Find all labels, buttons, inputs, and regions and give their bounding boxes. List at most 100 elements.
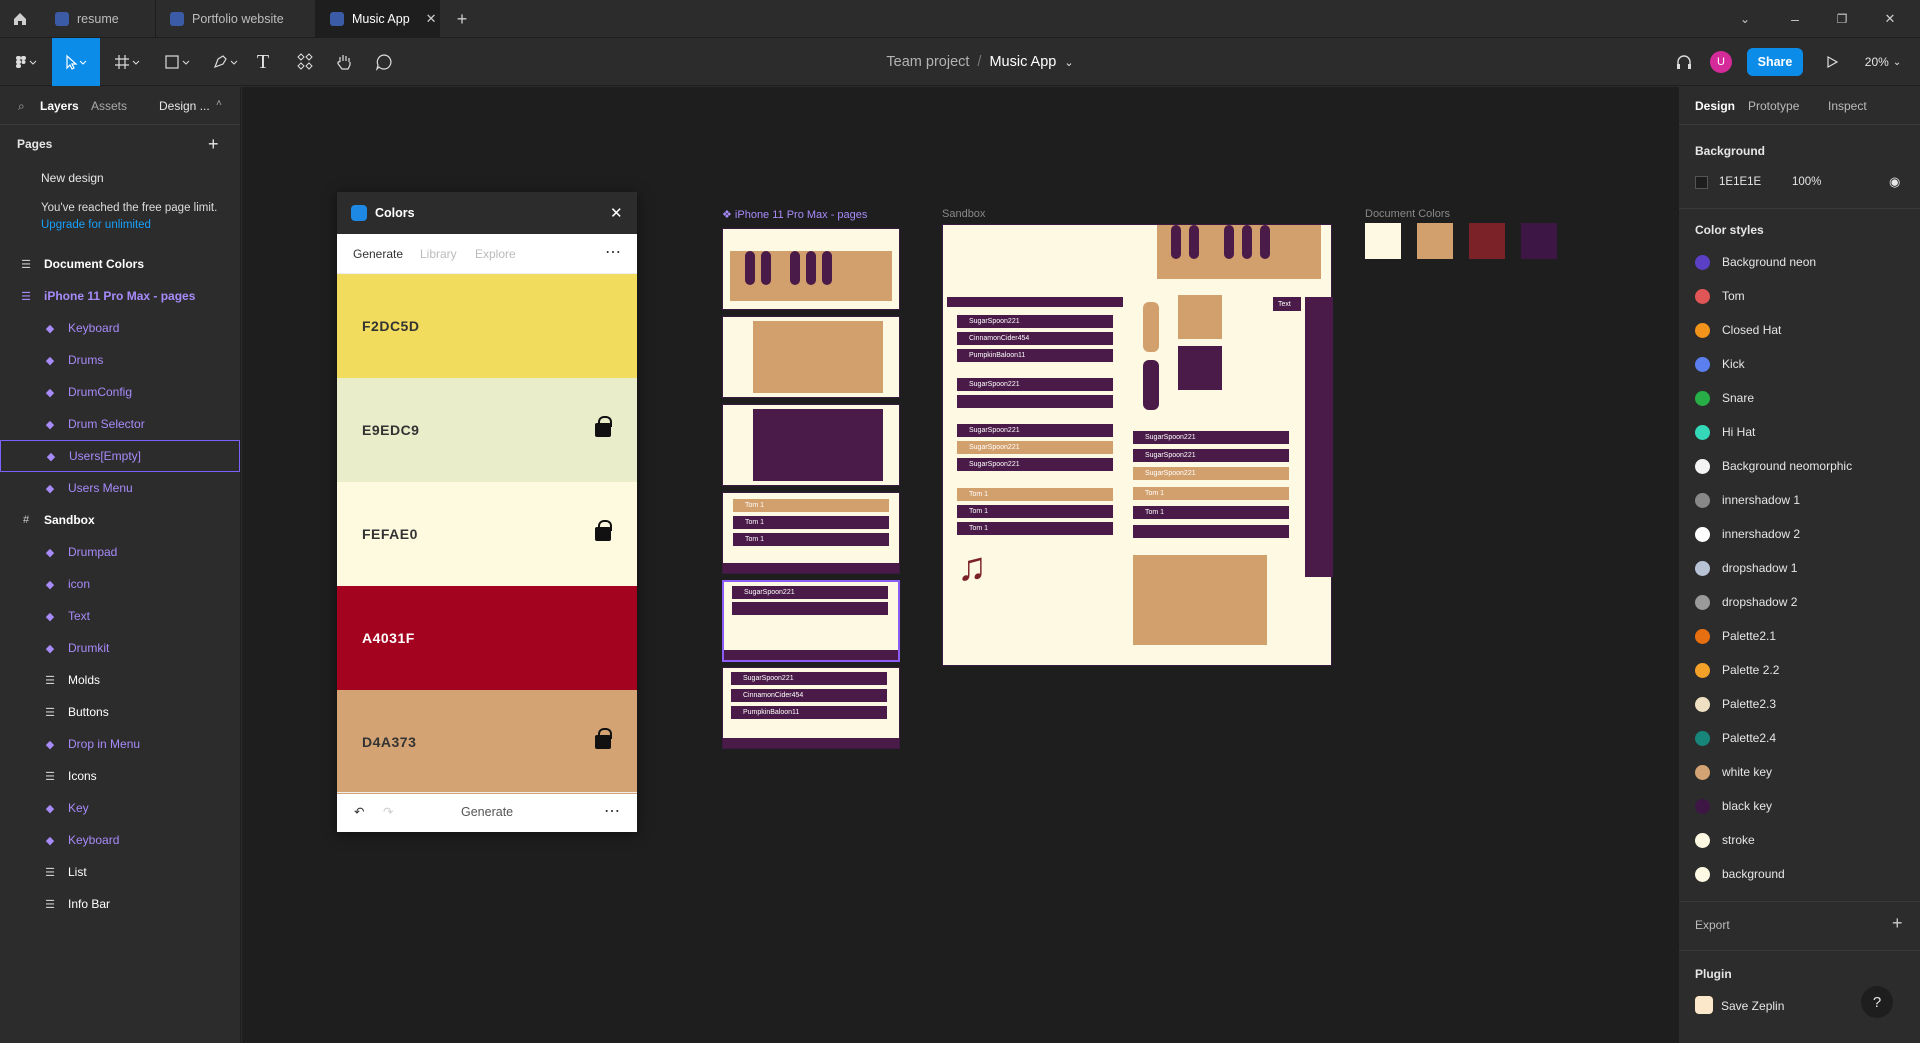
document-color-swatch[interactable]: [1521, 223, 1557, 259]
generate-button[interactable]: Generate: [461, 805, 513, 819]
figma-menu-icon[interactable]: [8, 38, 44, 86]
chevron-down-icon[interactable]: ⌄: [1735, 0, 1755, 38]
palette-swatch[interactable]: E9EDC9: [337, 378, 637, 482]
tab-generate[interactable]: Generate: [353, 247, 403, 261]
frame-label-sandbox[interactable]: Sandbox: [942, 208, 985, 220]
palette-swatch[interactable]: FEFAE0: [337, 482, 637, 586]
layer-item[interactable]: ◆ Drumpad: [0, 536, 240, 568]
color-style-item[interactable]: black key: [1695, 789, 1772, 823]
tab-explore[interactable]: Explore: [475, 247, 516, 261]
home-icon[interactable]: [8, 0, 32, 38]
design-dropdown[interactable]: Design ...: [159, 99, 210, 113]
color-style-item[interactable]: Palette 2.2: [1695, 653, 1779, 687]
page-new-design[interactable]: New design: [0, 162, 240, 194]
add-page-icon[interactable]: +: [208, 134, 219, 155]
frame-drum-config[interactable]: [722, 404, 900, 486]
color-style-item[interactable]: Kick: [1695, 347, 1745, 381]
frame-sandbox[interactable]: SugarSpoon221 CinnamonCider454 PumpkinBa…: [942, 224, 1333, 666]
color-style-item[interactable]: Palette2.3: [1695, 687, 1776, 721]
undo-icon[interactable]: ↶: [354, 804, 364, 819]
color-style-item[interactable]: Closed Hat: [1695, 313, 1781, 347]
tab-design[interactable]: Design: [1695, 99, 1735, 113]
minimize-icon[interactable]: –: [1785, 0, 1805, 38]
layer-item[interactable]: ◆ icon: [0, 568, 240, 600]
close-tab-icon[interactable]: ✕: [426, 11, 437, 27]
frame-drums[interactable]: [722, 316, 900, 398]
redo-icon[interactable]: ↷: [383, 804, 393, 819]
tab-assets[interactable]: Assets: [91, 99, 127, 113]
chevron-up-icon[interactable]: ˄: [216, 98, 222, 109]
document-color-swatch[interactable]: [1365, 223, 1401, 259]
help-icon[interactable]: ?: [1861, 986, 1893, 1018]
frame-label-iphone[interactable]: ❖ iPhone 11 Pro Max - pages: [722, 208, 867, 221]
close-icon[interactable]: ✕: [610, 204, 623, 222]
color-style-item[interactable]: white key: [1695, 755, 1772, 789]
palette-swatch[interactable]: F2DC5D: [337, 274, 637, 378]
hand-tool-icon[interactable]: [332, 38, 356, 86]
more-icon[interactable]: ⋯: [605, 242, 621, 262]
layer-item[interactable]: ☰ Info Bar: [0, 888, 240, 920]
layer-item[interactable]: ◆ Drums: [0, 344, 240, 376]
pen-tool-icon[interactable]: [206, 38, 246, 86]
new-tab-icon[interactable]: +: [452, 0, 472, 38]
color-style-item[interactable]: Tom: [1695, 279, 1745, 313]
comment-tool-icon[interactable]: [372, 38, 396, 86]
color-style-item[interactable]: background: [1695, 857, 1785, 891]
color-style-item[interactable]: stroke: [1695, 823, 1755, 857]
add-export-icon[interactable]: +: [1892, 913, 1903, 934]
color-style-item[interactable]: innershadow 1: [1695, 483, 1800, 517]
layer-item[interactable]: # Sandbox: [0, 504, 240, 536]
palette-swatch[interactable]: D4A373: [337, 690, 637, 794]
layer-item[interactable]: ☰ Buttons: [0, 696, 240, 728]
play-icon[interactable]: [1822, 38, 1842, 86]
layer-item[interactable]: ◆ Drumkit: [0, 632, 240, 664]
maximize-icon[interactable]: ❐: [1832, 0, 1852, 38]
document-color-swatch[interactable]: [1417, 223, 1453, 259]
avatar[interactable]: U: [1709, 38, 1733, 86]
eye-icon[interactable]: ◉: [1889, 174, 1900, 190]
tab-library[interactable]: Library: [420, 247, 457, 261]
color-style-item[interactable]: Background neon: [1695, 245, 1816, 279]
tab-portfolio[interactable]: Portfolio website: [156, 0, 316, 38]
layer-item[interactable]: ☰ List: [0, 856, 240, 888]
background-swatch[interactable]: [1695, 176, 1708, 189]
layer-item[interactable]: ◆ DrumConfig: [0, 376, 240, 408]
frame-keyboard[interactable]: [722, 228, 900, 310]
tab-music-app[interactable]: Music App ✕: [316, 0, 440, 38]
color-style-item[interactable]: Palette2.1: [1695, 619, 1776, 653]
more-icon[interactable]: ⋯: [604, 801, 620, 821]
shape-tool-icon[interactable]: [158, 38, 198, 86]
frame-label-doccolors[interactable]: Document Colors: [1365, 208, 1450, 220]
layer-item[interactable]: ◆ Key: [0, 792, 240, 824]
text-tool-icon[interactable]: T: [252, 38, 274, 86]
color-style-item[interactable]: dropshadow 2: [1695, 585, 1797, 619]
resources-icon[interactable]: [292, 38, 318, 86]
document-color-swatch[interactable]: [1469, 223, 1505, 259]
layer-item[interactable]: ☰ Icons: [0, 760, 240, 792]
background-opacity-input[interactable]: 100%: [1792, 176, 1821, 188]
color-style-item[interactable]: innershadow 2: [1695, 517, 1800, 551]
color-style-item[interactable]: Background neomorphic: [1695, 449, 1852, 483]
lock-icon[interactable]: [595, 416, 612, 437]
zoom-control[interactable]: 20% ⌄: [1860, 38, 1906, 86]
frame-tool-icon[interactable]: [108, 38, 148, 86]
layer-item[interactable]: ◆ Users Menu: [0, 472, 240, 504]
layer-item[interactable]: ◆ Keyboard: [0, 824, 240, 856]
lock-icon[interactable]: [595, 728, 612, 749]
headphones-icon[interactable]: [1672, 38, 1696, 86]
move-tool-icon[interactable]: [52, 38, 100, 86]
frame-users-menu[interactable]: SugarSpoon221 CinnamonCider454 PumpkinBa…: [722, 667, 900, 749]
layer-item[interactable]: ◆ Drop in Menu: [0, 728, 240, 760]
frame-drum-selector[interactable]: Tom 1 Tom 1 Tom 1: [722, 492, 900, 574]
layer-item[interactable]: ☰ iPhone 11 Pro Max - pages: [0, 280, 240, 312]
lock-icon[interactable]: [595, 520, 612, 541]
color-style-item[interactable]: Hi Hat: [1695, 415, 1755, 449]
palette-swatch[interactable]: A4031F: [337, 586, 637, 690]
layer-item[interactable]: ☰ Molds: [0, 664, 240, 696]
layer-item[interactable]: ◆ Users[Empty]: [0, 440, 240, 472]
search-icon[interactable]: ⌕: [18, 99, 25, 114]
layer-item[interactable]: ◆ Text: [0, 600, 240, 632]
upgrade-link[interactable]: Upgrade for unlimited: [41, 219, 151, 231]
chevron-down-icon[interactable]: ⌄: [1064, 56, 1073, 69]
breadcrumb-team[interactable]: Team project: [886, 54, 969, 70]
